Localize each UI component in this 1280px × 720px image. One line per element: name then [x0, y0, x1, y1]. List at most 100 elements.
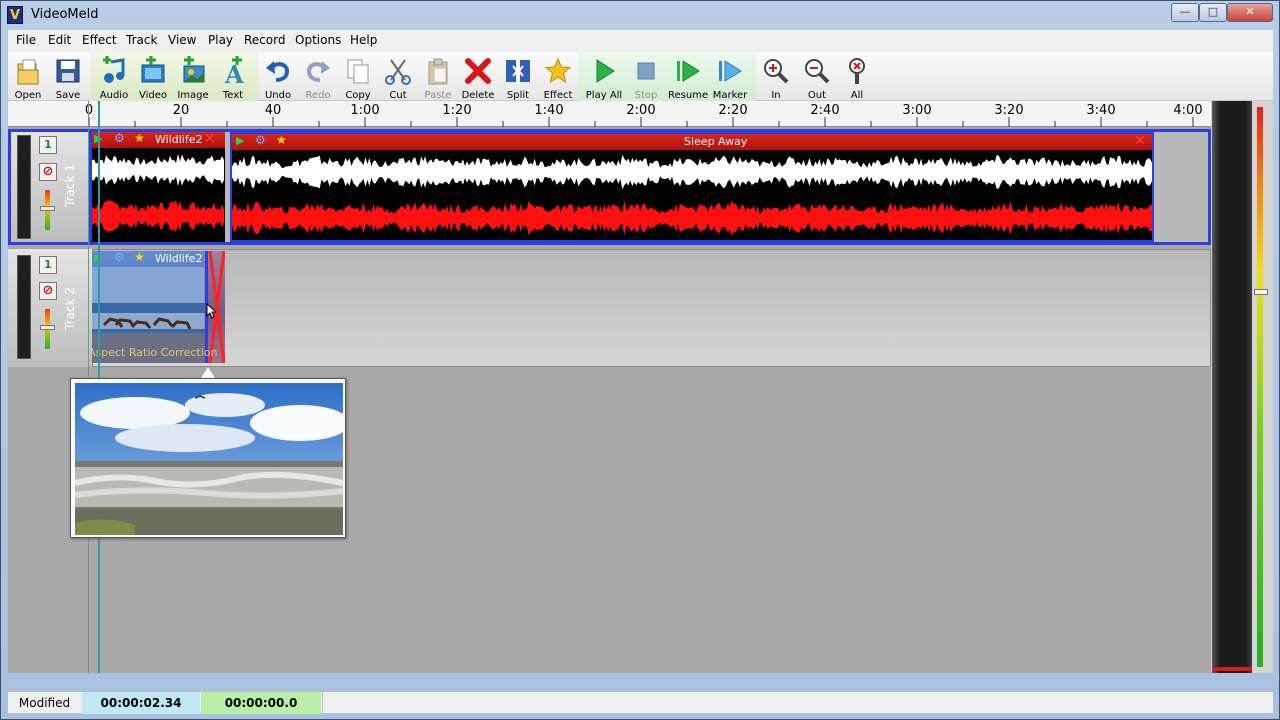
- toolbar: Open Save Audio Video Image A Text Undo: [8, 52, 1273, 101]
- track-2-controls: 1 ⊘ Track 2: [8, 249, 92, 367]
- add-text-icon: A: [218, 55, 248, 89]
- undo-icon: [263, 56, 293, 86]
- track-level-meter: [17, 255, 31, 359]
- status-bar: Modified 00:00:02.34 00:00:00.0: [8, 691, 1273, 714]
- clip-header: ▶ ⚙ ★ Wildlife2: [92, 251, 204, 267]
- audio-clip-sleep-away[interactable]: ▶ ⚙ ★ Sleep Away ✕: [230, 132, 1154, 242]
- gear-icon[interactable]: ⚙: [114, 251, 125, 264]
- zoom-in-button[interactable]: In: [756, 54, 796, 101]
- track-1[interactable]: 1 ⊘ Track 1 ▶ ⚙ ★ Wildlife2 ✕: [8, 129, 1211, 245]
- stop-button[interactable]: Stop: [626, 54, 666, 101]
- ruler-label: 3:00: [902, 103, 932, 118]
- menu-record[interactable]: Record: [244, 33, 285, 47]
- menu-view[interactable]: View: [168, 33, 196, 47]
- app-window: V VideoMeld — □ ✕ File Edit Effect Track…: [0, 0, 1280, 720]
- minimize-button[interactable]: —: [1171, 3, 1199, 22]
- ruler-label: 1:40: [534, 103, 564, 118]
- marker-icon: [715, 56, 745, 86]
- master-meter-display: [1212, 101, 1252, 673]
- menu-edit[interactable]: Edit: [48, 33, 71, 47]
- star-icon[interactable]: ★: [134, 251, 145, 264]
- menu-options[interactable]: Options: [295, 33, 341, 47]
- ruler-label: 40: [264, 103, 282, 118]
- add-audio-button[interactable]: Audio: [94, 54, 134, 101]
- preview-image: [75, 383, 343, 535]
- ruler-label: 2:40: [810, 103, 840, 118]
- track-2-lane[interactable]: [92, 249, 1211, 367]
- track-label: Track 1: [63, 164, 77, 208]
- ruler-label: 20: [172, 103, 190, 118]
- zoom-all-button[interactable]: All: [837, 54, 877, 101]
- save-button[interactable]: Save: [48, 54, 88, 101]
- star-icon[interactable]: ★: [134, 132, 145, 145]
- redo-button[interactable]: Redo: [298, 54, 338, 101]
- track-volume-knob[interactable]: [40, 206, 55, 211]
- redo-icon: [303, 56, 333, 86]
- zoom-out-button[interactable]: Out: [797, 54, 837, 101]
- ruler-label: 0: [84, 103, 94, 118]
- track-solo-button[interactable]: 1: [39, 136, 57, 154]
- gear-icon[interactable]: ⚙: [114, 132, 125, 145]
- video-clip-wildlife2[interactable]: ▶ ⚙ ★ Wildlife2 Aspect Ratio Correction: [92, 251, 225, 363]
- menu-track[interactable]: Track: [126, 33, 157, 47]
- clip-title: Sleep Away: [684, 135, 748, 148]
- maximize-button[interactable]: □: [1199, 3, 1227, 22]
- master-volume-slider[interactable]: [1254, 289, 1268, 295]
- delete-button[interactable]: Delete: [458, 54, 498, 101]
- close-icon[interactable]: ✕: [1134, 134, 1146, 149]
- copy-button[interactable]: Copy: [338, 54, 378, 101]
- ruler-label: 3:20: [994, 103, 1024, 118]
- add-text-button[interactable]: A Text: [213, 54, 253, 101]
- cut-button[interactable]: Cut: [378, 54, 418, 101]
- effect-button[interactable]: Effect: [538, 54, 578, 101]
- stop-icon: [631, 56, 661, 86]
- ruler-label: 2:20: [718, 103, 748, 118]
- paste-icon: [423, 56, 453, 86]
- marker-button[interactable]: Marker: [710, 54, 750, 101]
- track-mute-button[interactable]: ⊘: [39, 163, 57, 181]
- menu-bar: File Edit Effect Track View Play Record …: [8, 30, 1273, 52]
- play-icon[interactable]: ▶: [236, 134, 244, 147]
- track-label: Track 2: [63, 287, 77, 331]
- track-mute-button[interactable]: ⊘: [39, 282, 57, 300]
- audio-clip-wildlife2[interactable]: ▶ ⚙ ★ Wildlife2 ✕: [92, 132, 225, 242]
- scissors-icon: [383, 56, 413, 86]
- preview-popup-pointer: [201, 367, 215, 378]
- track-volume-knob[interactable]: [40, 325, 55, 330]
- ruler-label: 4:00: [1173, 103, 1203, 118]
- open-button[interactable]: Open: [8, 54, 48, 101]
- window-title: VideoMeld: [31, 7, 99, 22]
- ruler-label: 3:40: [1086, 103, 1116, 118]
- clip-title: Wildlife2: [155, 252, 203, 265]
- time-ruler[interactable]: 0 20 40 1:00 1:20 1:40 2:00 2:20 2:40 3:…: [8, 101, 1211, 127]
- close-button[interactable]: ✕: [1227, 3, 1273, 22]
- app-logo-icon: V: [7, 6, 23, 24]
- undo-button[interactable]: Undo: [258, 54, 298, 101]
- gear-icon[interactable]: ⚙: [255, 134, 266, 147]
- menu-help[interactable]: Help: [350, 33, 377, 47]
- delete-x-icon: [463, 56, 493, 86]
- selection-readout: 00:00:00.0: [201, 692, 321, 714]
- resume-button[interactable]: Resume: [668, 54, 708, 101]
- play-all-button[interactable]: Play All: [584, 54, 624, 101]
- status-spacer: [322, 692, 1273, 714]
- menu-file[interactable]: File: [16, 33, 36, 47]
- star-icon[interactable]: ★: [276, 134, 287, 147]
- menu-play[interactable]: Play: [208, 33, 233, 47]
- close-icon[interactable]: ✕: [204, 132, 216, 147]
- ruler-label: 1:20: [442, 103, 472, 118]
- title-bar: V VideoMeld — □ ✕: [1, 1, 1279, 30]
- track-solo-button[interactable]: 1: [39, 256, 57, 274]
- waveform: [232, 154, 1152, 236]
- add-video-button[interactable]: Video: [133, 54, 173, 101]
- ruler-label: 2:00: [626, 103, 656, 118]
- clip-title: Wildlife2: [155, 133, 203, 146]
- modified-status: Modified: [18, 696, 71, 710]
- menu-effect[interactable]: Effect: [82, 33, 117, 47]
- paste-button[interactable]: Paste: [418, 54, 458, 101]
- add-image-icon: [178, 55, 208, 86]
- clip-header: ▶ ⚙ ★ Sleep Away ✕: [232, 134, 1152, 150]
- track-2[interactable]: 1 ⊘ Track 2 ▶: [8, 249, 1211, 367]
- split-button[interactable]: Split: [498, 54, 538, 101]
- add-image-button[interactable]: Image: [173, 54, 213, 101]
